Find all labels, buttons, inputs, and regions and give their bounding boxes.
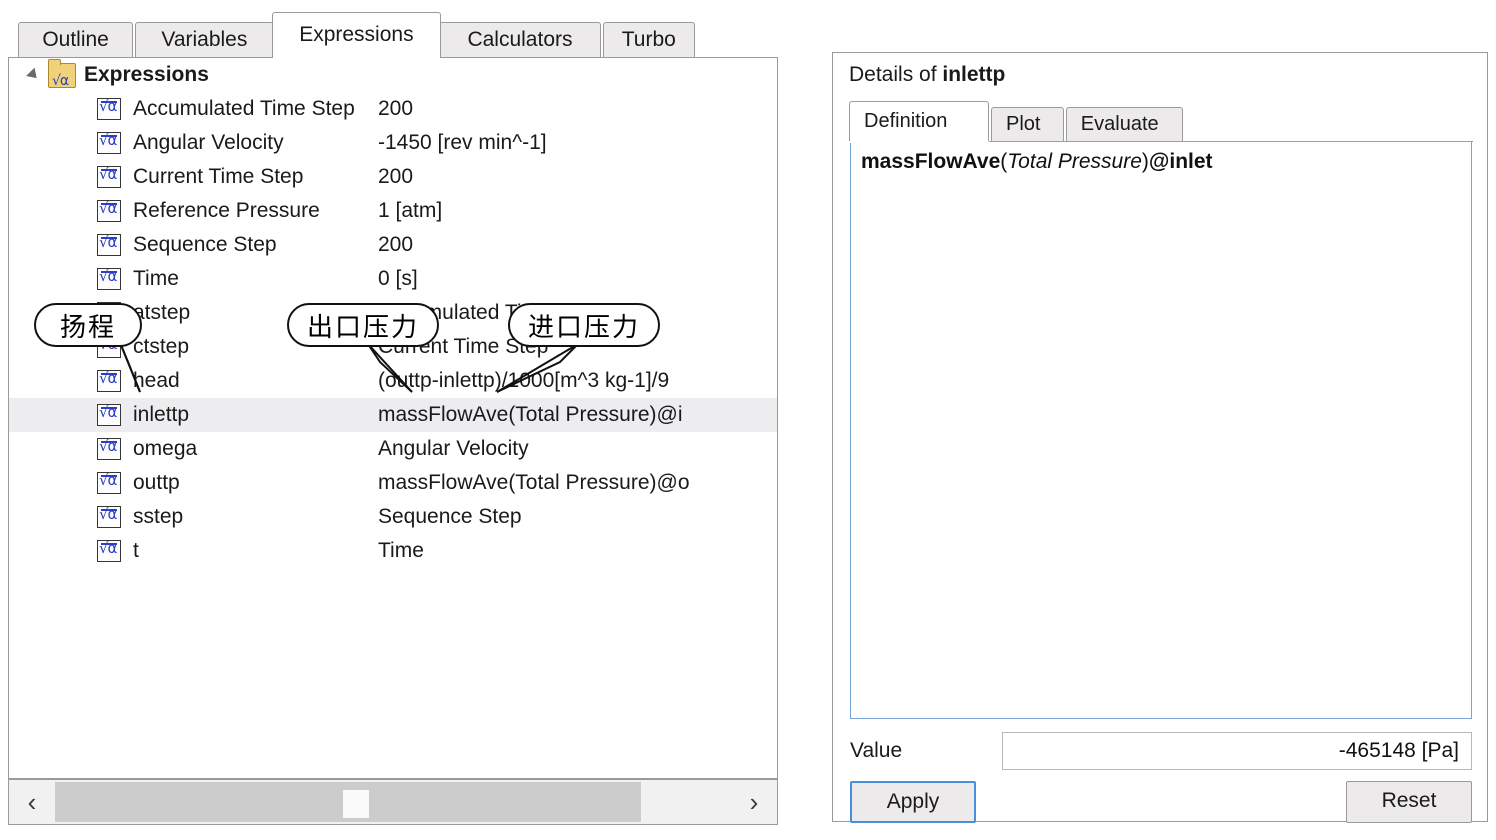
tree-row[interactable]: Angular Velocity -1450 [rev min^-1] [9, 126, 777, 160]
expression-fx-icon [97, 166, 121, 188]
tree-row-value: (outtp-inlettp)/1000[m^3 kg-1]/9 [378, 369, 670, 392]
expression-fx-icon [97, 506, 121, 528]
horizontal-scrollbar[interactable]: ‹ › [8, 779, 778, 825]
tree-row-name: head [133, 369, 180, 392]
tab-outline[interactable]: Outline [18, 22, 134, 58]
value-label: Value [850, 739, 903, 762]
tree-row-value: 200 [378, 233, 414, 256]
tab-variables[interactable]: Variables [135, 22, 274, 58]
expression-fx-icon [97, 540, 121, 562]
tree-row[interactable]: head (outtp-inlettp)/1000[m^3 kg-1]/9 [9, 364, 777, 398]
tab-calculators[interactable]: Calculators [439, 22, 601, 58]
scrollbar-thumb[interactable] [55, 782, 641, 822]
tree-row-name: sstep [133, 505, 184, 528]
tree-row-name: Current Time Step [133, 165, 304, 188]
expressions-tree-box[interactable]: Expressions Accumulated Time Step 200 Angu… [8, 57, 778, 779]
definition-location: @inlet [1148, 150, 1213, 173]
tree-row-name: inlettp [133, 403, 190, 426]
tree-row-value: 1 [atm] [378, 199, 443, 222]
details-title: Details of inlettp [849, 63, 1005, 87]
tree-row-name: Time [133, 267, 179, 290]
expression-fx-icon [97, 472, 121, 494]
collapse-triangle-icon[interactable] [26, 67, 41, 83]
expression-fx-icon [97, 370, 121, 392]
tree-row[interactable]: omega Angular Velocity [9, 432, 777, 466]
tree-row-value: 200 [378, 165, 414, 188]
tree-row-name: Reference Pressure [133, 199, 320, 222]
definition-close-paren: ) [1141, 150, 1149, 173]
value-field[interactable]: -465148 [Pa] [1002, 732, 1472, 770]
definition-variable: Total Pressure [1007, 150, 1142, 173]
definition-function: massFlowAve [861, 150, 1001, 173]
definition-editor[interactable]: massFlowAve(Total Pressure)@inlet [850, 141, 1472, 719]
tree-row[interactable]: Accumulated Time Step 200 [9, 92, 777, 126]
expression-fx-icon [97, 404, 121, 426]
tree-row-name: omega [133, 437, 198, 460]
tree-row[interactable]: t Time [9, 534, 777, 568]
tree-row-name: outtp [133, 471, 180, 494]
tree-row[interactable]: Time 0 [s] [9, 262, 777, 296]
tab-turbo[interactable]: Turbo [602, 22, 695, 58]
tree-row-value: -1450 [rev min^-1] [378, 131, 547, 154]
callout-head: 扬程 [34, 303, 142, 347]
expression-fx-icon [97, 98, 121, 120]
tree-row-value: massFlowAve(Total Pressure)@i [378, 403, 683, 426]
scrollbar-track[interactable] [55, 780, 731, 824]
expressions-folder-icon [48, 58, 76, 98]
tab-expressions[interactable]: Expressions [271, 12, 442, 58]
details-button-row: Apply Reset [850, 781, 1472, 825]
tree-row[interactable]: sstep Sequence Step [9, 500, 777, 534]
expression-fx-icon [97, 200, 121, 222]
callout-inlet-pressure: 进口压力 [508, 303, 660, 347]
details-tab-definition[interactable]: Definition [849, 101, 989, 141]
definition-expression: massFlowAve(Total Pressure)@inlet [861, 150, 1461, 174]
apply-button[interactable]: Apply [850, 781, 976, 823]
main-tab-bar: Outline Variables Expressions Calculators Tu… [8, 12, 778, 59]
expressions-tree[interactable]: Expressions Accumulated Time Step 200 Angu… [9, 58, 777, 778]
expression-fx-icon [97, 234, 121, 256]
details-tab-bar: Definition Plot Evaluate [849, 101, 1473, 142]
scroll-right-arrow-icon[interactable]: › [731, 780, 777, 824]
reset-button[interactable]: Reset [1346, 781, 1472, 823]
scroll-left-arrow-icon[interactable]: ‹ [9, 780, 55, 824]
tree-row-name: Angular Velocity [133, 131, 284, 154]
tree-row-value: Sequence Step [378, 505, 522, 528]
tree-row-value: massFlowAve(Total Pressure)@o [378, 471, 690, 494]
tree-row[interactable]: outtp massFlowAve(Total Pressure)@o [9, 466, 777, 500]
details-title-prefix: Details of [849, 63, 943, 86]
tree-row-value: 0 [s] [378, 267, 418, 290]
tree-root-expressions[interactable]: Expressions [9, 58, 777, 98]
tree-row-name: Sequence Step [133, 233, 277, 256]
tree-row-value: Time [378, 539, 424, 562]
scrollbar-thumb-grip[interactable] [343, 790, 369, 818]
tree-row-name: t [133, 539, 139, 562]
tree-row-name: Accumulated Time Step [133, 97, 355, 120]
details-panel: Details of inlettp Definition Plot Evaluat… [832, 52, 1488, 825]
tree-root-label: Expressions [84, 63, 209, 86]
details-title-name: inlettp [942, 63, 1006, 86]
expressions-panel: Outline Variables Expressions Calculators Tu… [8, 4, 778, 838]
details-tab-evaluate[interactable]: Evaluate [1065, 107, 1184, 141]
tree-row[interactable]: Reference Pressure 1 [atm] [9, 194, 777, 228]
expression-fx-icon [97, 132, 121, 154]
value-row: Value -465148 [Pa] [850, 731, 1472, 771]
callout-outlet-pressure: 出口压力 [287, 303, 439, 347]
tree-row[interactable]: inlettp massFlowAve(Total Pressure)@i [9, 398, 777, 432]
tree-row-value: Angular Velocity [378, 437, 529, 460]
details-tab-plot[interactable]: Plot [991, 107, 1064, 141]
tree-row-value: 200 [378, 97, 414, 120]
cfd-post-expressions-window: Outline Variables Expressions Calculators Tu… [0, 0, 1496, 840]
tree-row[interactable]: Current Time Step 200 [9, 160, 777, 194]
expression-fx-icon [97, 268, 121, 290]
expression-fx-icon [97, 438, 121, 460]
tree-row[interactable]: Sequence Step 200 [9, 228, 777, 262]
